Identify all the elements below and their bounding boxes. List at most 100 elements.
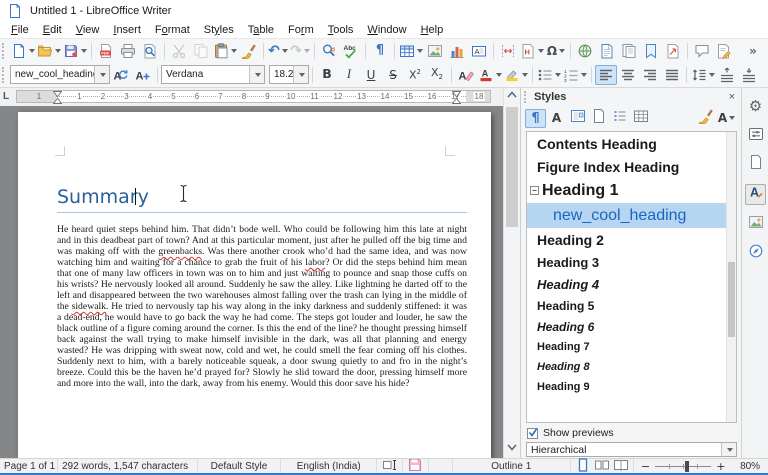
align-left-button[interactable] (595, 64, 617, 85)
collapse-expander-icon[interactable]: − (530, 186, 539, 195)
scroll-down-button[interactable] (504, 441, 520, 457)
page-deck-tab[interactable] (745, 154, 766, 175)
show-previews-option[interactable]: Show previews (527, 427, 614, 439)
font-name-combobox[interactable]: Verdana (161, 65, 265, 84)
language-status[interactable]: English (India) (281, 459, 378, 473)
open-button[interactable] (36, 41, 62, 61)
scrollbar-thumb[interactable] (728, 262, 735, 337)
styles-deck-tab[interactable]: A (745, 184, 766, 205)
decrease-paragraph-spacing-button[interactable] (738, 65, 760, 85)
italic-button[interactable]: I (338, 65, 360, 85)
menu-format[interactable]: Format (148, 22, 197, 38)
insert-special-character-button[interactable]: Ω (545, 41, 567, 61)
zoom-slider[interactable]: − + (634, 459, 732, 473)
style-list-item[interactable]: Heading 3 (527, 251, 736, 273)
toolbar-overflow-button[interactable]: » (742, 41, 764, 61)
scrollbar-thumb[interactable] (506, 107, 518, 227)
frame-styles-tab[interactable] (567, 109, 588, 128)
menu-edit[interactable]: Edit (36, 22, 69, 38)
style-list-item[interactable]: − Heading 1 (527, 178, 736, 203)
page-styles-tab[interactable] (588, 108, 609, 128)
formatting-marks-button[interactable]: ¶ (369, 41, 391, 61)
toolbar-grip[interactable] (2, 66, 7, 83)
styles-list-scrollbar[interactable] (726, 132, 736, 422)
underline-button[interactable]: U (360, 65, 382, 85)
insert-bookmark-button[interactable] (640, 41, 662, 61)
insert-mode-status[interactable] (377, 459, 404, 473)
ordered-list-button[interactable]: 123 (562, 65, 588, 85)
paste-button[interactable] (212, 41, 238, 61)
navigator-deck-tab[interactable] (745, 243, 766, 264)
new-style-button[interactable]: A (132, 65, 154, 85)
document-vertical-scrollbar[interactable] (503, 88, 520, 458)
increase-paragraph-spacing-button[interactable] (716, 65, 738, 85)
menu-tools[interactable]: Tools (321, 22, 361, 38)
insert-chart-button[interactable] (446, 41, 468, 61)
print-button[interactable] (117, 41, 139, 61)
insert-field-button[interactable]: H (519, 41, 545, 61)
paragraph-styles-tab[interactable]: ¶ (525, 108, 546, 128)
horizontal-ruler[interactable]: 1 2 3 4 5 6 7 8 9 10 11 12 13 14 15 16 17 18 1 (16, 90, 491, 104)
menu-window[interactable]: Window (360, 22, 413, 38)
sidebar-settings-tab[interactable]: ⚙ (745, 96, 766, 117)
tab-stop-selector[interactable]: L (3, 91, 9, 102)
zoom-slider-thumb[interactable] (685, 460, 690, 472)
save-button[interactable] (62, 41, 88, 61)
line-spacing-button[interactable] (690, 65, 716, 85)
style-list-item[interactable]: Heading 9 (527, 377, 736, 397)
clear-formatting-button[interactable]: A (455, 65, 477, 85)
menu-styles[interactable]: Styles (197, 22, 241, 38)
table-styles-tab[interactable] (630, 109, 651, 128)
zoom-in-icon[interactable]: + (716, 461, 725, 472)
align-center-button[interactable] (617, 65, 639, 85)
insert-endnote-button[interactable] (618, 41, 640, 61)
font-size-combobox[interactable]: 18.2 (269, 65, 309, 84)
style-list-item[interactable]: Contents Heading (527, 132, 736, 155)
unordered-list-button[interactable] (536, 65, 562, 85)
character-styles-tab[interactable]: A (546, 109, 567, 128)
track-changes-button[interactable] (713, 41, 735, 61)
menu-file[interactable]: File (4, 22, 36, 38)
document-body-text[interactable]: He heard quiet steps behind him. That di… (57, 224, 467, 389)
style-list-item[interactable]: Figure Index Heading (527, 155, 736, 178)
style-list-item[interactable]: Heading 2 (527, 228, 736, 251)
document-page[interactable]: Summary He heard quiet steps behind him.… (18, 112, 491, 458)
insert-page-break-button[interactable] (497, 41, 519, 61)
scroll-up-button[interactable] (504, 89, 520, 105)
style-list-item[interactable]: Heading 4 (527, 273, 736, 295)
menu-view[interactable]: View (69, 22, 107, 38)
menu-help[interactable]: Help (414, 22, 451, 38)
insert-image-button[interactable] (424, 41, 446, 61)
document-modified-status[interactable] (403, 458, 429, 473)
style-actions-button[interactable]: A (716, 109, 737, 128)
right-indent-marker[interactable] (451, 91, 462, 109)
subscript-button[interactable]: X2 (426, 65, 448, 85)
justify-button[interactable] (661, 65, 683, 85)
menu-form[interactable]: Form (281, 22, 321, 38)
style-list-item[interactable]: Heading 8 (527, 357, 736, 377)
clone-formatting-button[interactable] (238, 41, 260, 61)
page-style-status[interactable]: Default Style (198, 459, 282, 473)
page-number-status[interactable]: Page 1 of 1 (0, 459, 58, 473)
export-pdf-button[interactable]: PDF (95, 41, 117, 61)
find-and-replace-button[interactable]: d (318, 41, 340, 61)
gallery-deck-tab[interactable] (745, 214, 766, 235)
style-list-item[interactable]: Heading 5 (527, 295, 736, 316)
bold-button[interactable]: B (316, 65, 338, 85)
paragraph-style-dropdown-button[interactable] (94, 66, 109, 83)
panel-grip[interactable] (524, 91, 529, 103)
style-list-item[interactable]: new_cool_heading (527, 203, 736, 228)
show-previews-checkbox[interactable] (527, 427, 538, 439)
align-right-button[interactable] (639, 65, 661, 85)
menu-table[interactable]: Table (241, 22, 281, 38)
menu-insert[interactable]: Insert (106, 22, 148, 38)
toolbar-overflow-button[interactable]: » (760, 65, 768, 85)
insert-comment-button[interactable] (691, 41, 713, 61)
undo-button[interactable]: ↶ (267, 41, 289, 61)
insert-hyperlink-button[interactable] (574, 41, 596, 61)
superscript-button[interactable]: X2 (404, 65, 426, 85)
style-filter-combobox[interactable]: Hierarchical (526, 442, 737, 457)
word-count-status[interactable]: 292 words, 1,547 characters (58, 459, 198, 473)
new-document-button[interactable] (10, 41, 36, 61)
document-heading[interactable]: Summary (57, 186, 467, 213)
